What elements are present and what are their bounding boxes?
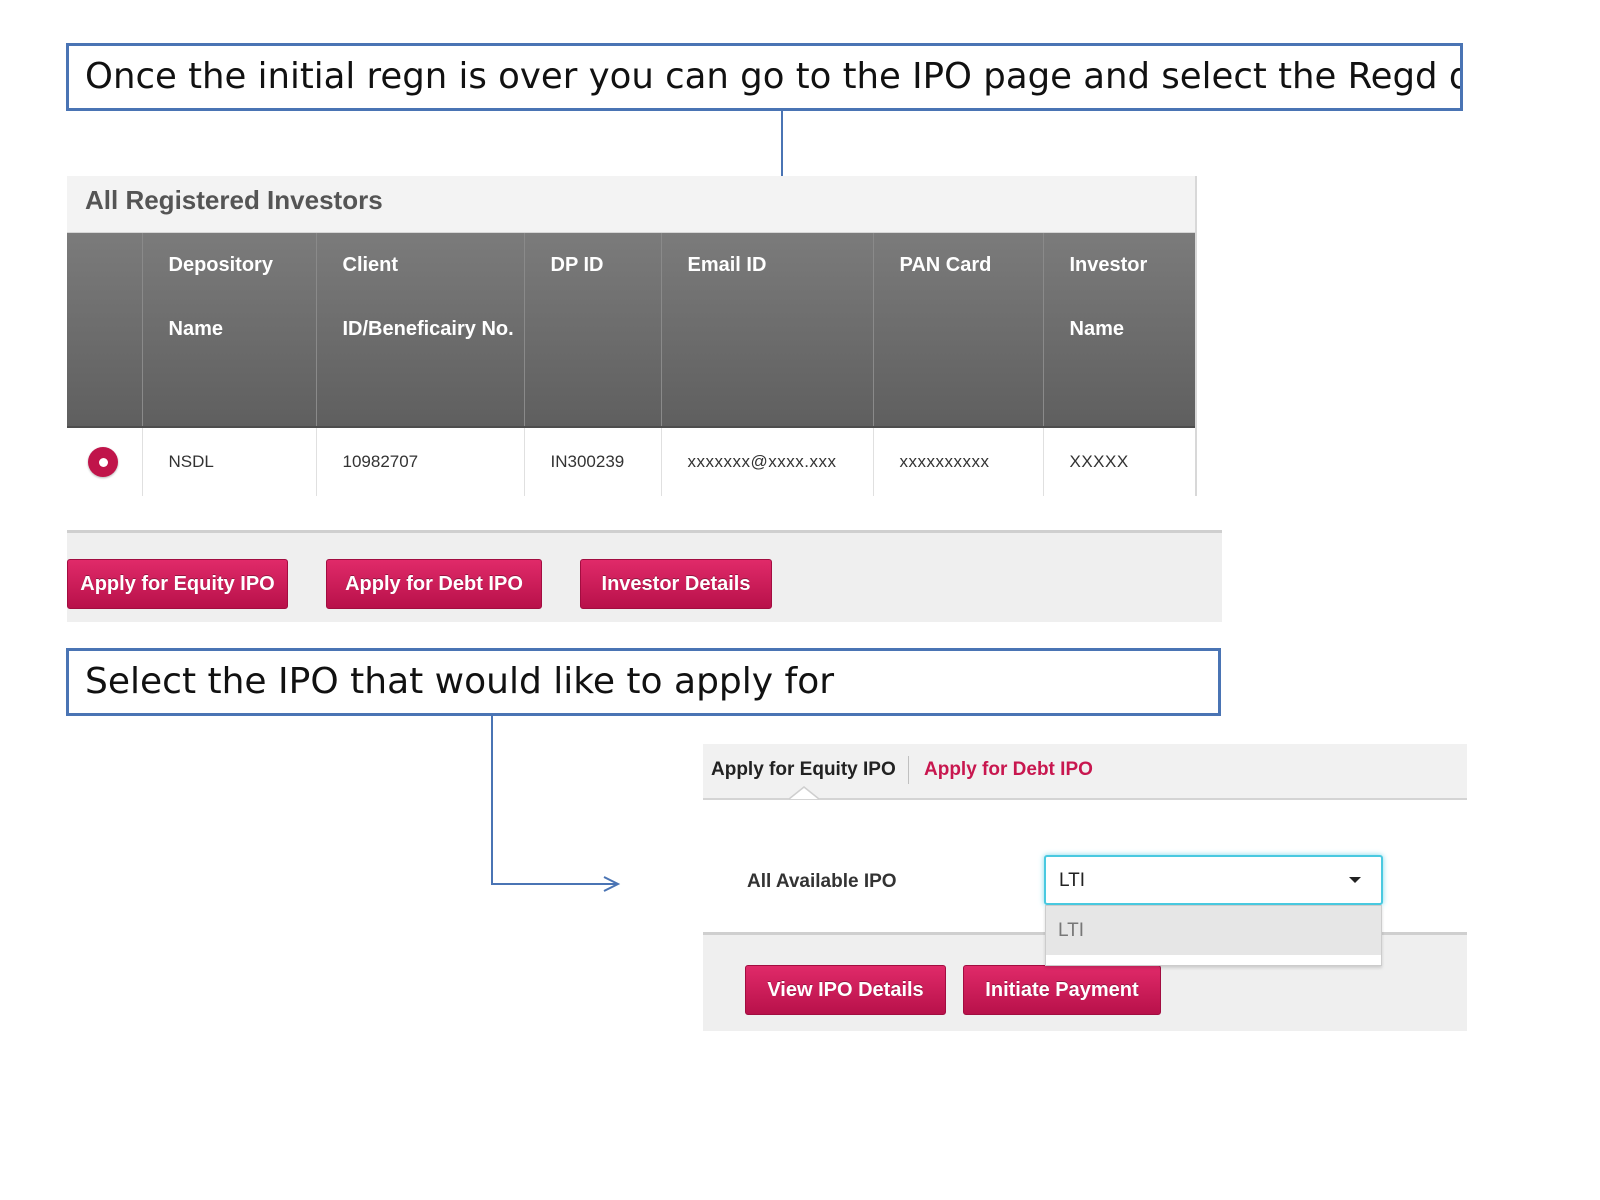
cell-pan: xxxxxxxxxx — [873, 426, 1044, 496]
active-tab-pointer-icon — [789, 786, 819, 800]
ipo-dropdown-list: LTI — [1045, 905, 1382, 966]
initiate-payment-button[interactable]: Initiate Payment — [963, 965, 1161, 1015]
ipo-select[interactable]: LTI — [1044, 855, 1383, 905]
table-header-row: Depository Name Client ID/Beneficairy No… — [67, 233, 1195, 427]
radio-selected-icon[interactable] — [88, 447, 118, 477]
arrow-right-icon — [491, 716, 621, 892]
callout-bottom-text: Select the IPO that would like to apply … — [85, 661, 835, 702]
radio-dot — [98, 457, 108, 467]
caret-down-icon[interactable] — [1349, 877, 1361, 883]
apply-equity-ipo-button[interactable]: Apply for Equity IPO — [67, 559, 288, 609]
cell-dp-id: IN300239 — [524, 426, 662, 496]
investor-details-button[interactable]: Investor Details — [580, 559, 772, 609]
column-header-select — [67, 233, 143, 427]
tab-separator — [908, 756, 909, 784]
apply-debt-ipo-button[interactable]: Apply for Debt IPO — [326, 559, 542, 609]
column-header-email: Email ID — [661, 233, 874, 427]
column-header-dp-id: DP ID — [524, 233, 662, 427]
cell-email: xxxxxxx@xxxx.xxx — [661, 426, 874, 496]
cell-depository: NSDL — [142, 426, 317, 496]
column-header-client-id: Client ID/Beneficairy No. — [316, 233, 525, 427]
view-ipo-details-button[interactable]: View IPO Details — [745, 965, 946, 1015]
tab-equity-ipo[interactable]: Apply for Equity IPO — [711, 759, 896, 781]
tab-debt-ipo[interactable]: Apply for Debt IPO — [924, 759, 1093, 781]
column-header-depository: Depository Name — [142, 233, 317, 427]
investors-table: Depository Name Client ID/Beneficairy No… — [67, 233, 1195, 496]
panel-title: All Registered Investors — [85, 185, 383, 215]
table-row[interactable]: NSDL 10982707 IN300239 xxxxxxx@xxxx.xxx … — [67, 426, 1195, 496]
callout-bottom: Select the IPO that would like to apply … — [66, 648, 1221, 716]
select-cell[interactable] — [67, 426, 143, 496]
apply-ipo-panel: Apply for Equity IPO Apply for Debt IPO … — [703, 744, 1467, 1031]
all-available-ipo-label: All Available IPO — [747, 871, 897, 892]
ipo-select-value: LTI — [1059, 870, 1086, 891]
column-header-pan: PAN Card — [873, 233, 1044, 427]
dropdown-option-lti[interactable]: LTI — [1046, 906, 1381, 955]
column-header-investor-name: Investor Name — [1043, 233, 1195, 427]
registered-investors-panel: All Registered Investors Depository Name… — [67, 176, 1197, 496]
investor-actions-bar: Apply for Equity IPO Apply for Debt IPO … — [67, 530, 1222, 622]
cell-investor-name: XXXXX — [1043, 426, 1195, 496]
ipo-tab-bar: Apply for Equity IPO Apply for Debt IPO — [703, 744, 1467, 800]
cell-client-id: 10982707 — [316, 426, 525, 496]
